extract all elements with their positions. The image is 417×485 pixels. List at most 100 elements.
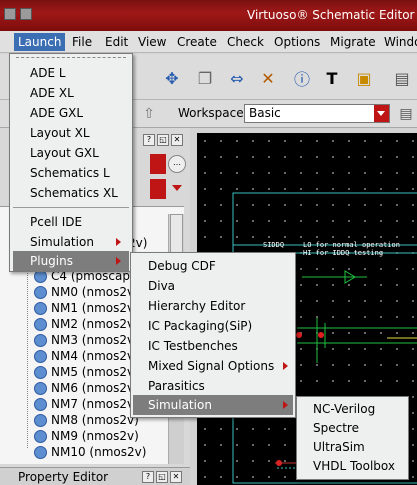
menu-separator bbox=[13, 207, 129, 208]
schematic-note-line1: LO for normal operation bbox=[303, 241, 400, 249]
window-minimize-button[interactable] bbox=[20, 8, 32, 20]
chevron-down-icon[interactable] bbox=[172, 185, 182, 191]
plugins-item-debug-cdf[interactable]: Debug CDF bbox=[148, 256, 216, 276]
submenu-arrow-icon bbox=[283, 401, 288, 409]
instance-icon bbox=[34, 301, 47, 315]
tree-connector bbox=[27, 268, 28, 448]
tree-item[interactable]: NM10 (nmos2v) bbox=[34, 444, 146, 460]
save-workspace-icon[interactable]: ▤ bbox=[394, 102, 417, 126]
instance-icon bbox=[34, 317, 47, 331]
launch-item-schematics-xl[interactable]: Schematics XL bbox=[30, 183, 118, 203]
plugins-item-hierarchy-editor[interactable]: Hierarchy Editor bbox=[148, 296, 245, 316]
wire-name-icon[interactable]: ▣ bbox=[352, 66, 376, 90]
plugins-item-simulation[interactable]: Simulation bbox=[133, 395, 293, 415]
simulation-submenu: NC-Verilog Spectre UltraSim VHDL Toolbox bbox=[296, 396, 409, 480]
property-editor-header: Property Editor ? ◱ ✕ bbox=[0, 467, 190, 485]
chevron-down-icon[interactable] bbox=[374, 105, 389, 122]
tree-item[interactable]: NM0 (nmos2v) bbox=[34, 284, 139, 300]
instance-icon bbox=[34, 445, 47, 459]
help-icon[interactable]: ? bbox=[142, 471, 154, 483]
tree-item[interactable]: NM3 (nmos2v) bbox=[34, 332, 139, 348]
window-title: Virtuoso® Schematic Editor L E bbox=[247, 8, 417, 22]
launch-item-ade-xl[interactable]: ADE XL bbox=[30, 83, 74, 103]
plugins-item-parasitics[interactable]: Parasitics bbox=[148, 376, 205, 396]
simulation-item-ultrasim[interactable]: UltraSim bbox=[313, 437, 365, 457]
launch-item-ade-l[interactable]: ADE L bbox=[30, 63, 66, 83]
menu-create[interactable]: Create bbox=[173, 33, 221, 51]
launch-item-simulation[interactable]: Simulation bbox=[30, 232, 94, 252]
launch-item-layout-xl[interactable]: Layout XL bbox=[30, 123, 90, 143]
tree-item[interactable]: NM5 (nmos2v) bbox=[34, 364, 139, 380]
workspace-value: Basic bbox=[249, 106, 281, 120]
launch-item-layout-gxl[interactable]: Layout GXL bbox=[30, 143, 99, 163]
instance-icon bbox=[34, 413, 47, 427]
view-dropdown[interactable] bbox=[150, 179, 166, 199]
instance-icon bbox=[34, 429, 47, 443]
delete-icon[interactable]: ✕ bbox=[256, 66, 280, 90]
plugins-item-ic-packaging[interactable]: IC Packaging(SiP) bbox=[148, 316, 252, 336]
tear-off-line[interactable] bbox=[16, 57, 126, 58]
plugins-submenu: Debug CDF Diva Hierarchy Editor IC Packa… bbox=[130, 252, 296, 418]
schematic-note-line2: HI for IDDQ testing bbox=[303, 249, 384, 257]
copy-icon[interactable]: ❐ bbox=[193, 66, 217, 90]
launch-item-schematics-l[interactable]: Schematics L bbox=[30, 163, 110, 183]
window-menu-button[interactable] bbox=[4, 8, 16, 20]
menubar: Launch File Edit View Create Check Optio… bbox=[0, 31, 417, 53]
workspace-select[interactable]: Basic bbox=[244, 104, 390, 123]
menu-edit[interactable]: Edit bbox=[101, 33, 132, 51]
submenu-arrow-icon bbox=[116, 257, 121, 265]
net-label: SIDDQ bbox=[263, 241, 285, 249]
tree-item[interactable]: NM9 (nmos2v) bbox=[34, 428, 139, 444]
properties-icon[interactable]: ⓘ bbox=[290, 66, 314, 90]
plugins-item-ic-testbenches[interactable]: IC Testbenches bbox=[148, 336, 238, 356]
stretch-icon[interactable]: ⇔ bbox=[225, 66, 249, 90]
instance-icon bbox=[34, 285, 47, 299]
launch-item-pcell-ide[interactable]: Pcell IDE bbox=[30, 212, 82, 232]
scrollbar-thumb[interactable] bbox=[170, 214, 183, 254]
instance-icon bbox=[34, 381, 47, 395]
launch-menu: ADE L ADE XL ADE GXL Layout XL Layout GX… bbox=[9, 53, 133, 272]
more-options-button[interactable]: … bbox=[168, 155, 186, 173]
float-icon[interactable]: ◱ bbox=[156, 471, 168, 483]
close-icon[interactable]: ✕ bbox=[170, 471, 182, 483]
property-editor-buttons: ? ◱ ✕ bbox=[142, 471, 182, 483]
simulation-item-vhdl-toolbox[interactable]: VHDL Toolbox bbox=[313, 456, 395, 476]
menu-file[interactable]: File bbox=[68, 33, 96, 51]
property-editor-title: Property Editor bbox=[18, 470, 109, 484]
close-icon[interactable]: ✕ bbox=[171, 134, 183, 146]
tree-item[interactable]: NM7 (nmos2v) bbox=[34, 396, 139, 412]
launch-item-ade-gxl[interactable]: ADE GXL bbox=[30, 103, 83, 123]
tree-item[interactable]: NM8 (nmos2v) bbox=[34, 412, 139, 428]
simulation-item-spectre[interactable]: Spectre bbox=[313, 418, 359, 438]
menu-launch[interactable]: Launch bbox=[14, 33, 66, 51]
plugins-item-diva[interactable]: Diva bbox=[148, 276, 175, 296]
instance-icon bbox=[34, 365, 47, 379]
menu-options[interactable]: Options bbox=[270, 33, 324, 51]
tree-item[interactable]: NM1 (nmos2v) bbox=[34, 300, 139, 316]
float-icon[interactable]: ◱ bbox=[157, 134, 169, 146]
submenu-arrow-icon bbox=[283, 362, 288, 370]
help-icon[interactable]: ? bbox=[143, 134, 155, 146]
menu-check[interactable]: Check bbox=[223, 33, 268, 51]
move-icon[interactable]: ✥ bbox=[160, 66, 184, 90]
simulation-item-nc-verilog[interactable]: NC-Verilog bbox=[313, 399, 375, 419]
menu-migrate[interactable]: Migrate bbox=[326, 33, 380, 51]
text-icon[interactable]: T bbox=[320, 66, 344, 90]
workspace-label: Workspace: bbox=[178, 106, 248, 120]
filter-dropdown[interactable] bbox=[150, 154, 166, 174]
tree-item[interactable]: NM2 (nmos2v) bbox=[34, 316, 139, 332]
up-arrow-icon[interactable]: ⇧ bbox=[137, 102, 161, 126]
navigator-panel-buttons: ? ◱ ✕ bbox=[143, 134, 183, 146]
instance-icon bbox=[34, 333, 47, 347]
menu-window[interactable]: Windo bbox=[380, 33, 417, 51]
menu-view[interactable]: View bbox=[134, 33, 170, 51]
tree-item[interactable]: NM6 (nmos2v) bbox=[34, 380, 139, 396]
zoom-icon[interactable]: ▤ bbox=[390, 66, 414, 90]
title-bar: Virtuoso® Schematic Editor L E bbox=[0, 0, 417, 32]
tree-item[interactable]: NM4 (nmos2v) bbox=[34, 348, 139, 364]
instance-icon bbox=[34, 397, 47, 411]
plugins-item-mixed-signal-options[interactable]: Mixed Signal Options bbox=[148, 356, 274, 376]
launch-item-plugins[interactable]: Plugins bbox=[13, 251, 129, 271]
submenu-arrow-icon bbox=[116, 238, 121, 246]
instance-icon bbox=[34, 349, 47, 363]
